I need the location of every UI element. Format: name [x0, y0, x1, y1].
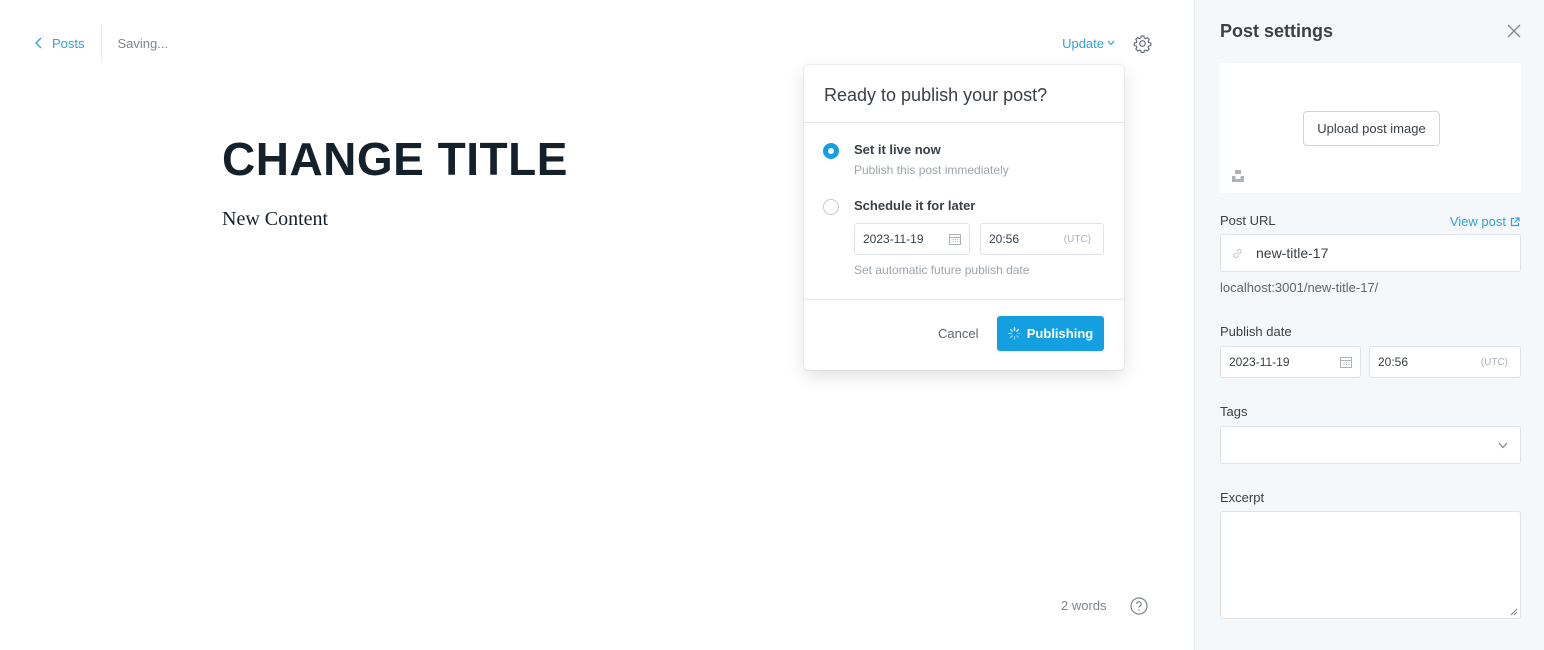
option-publish-now[interactable]: Set it live now Publish this post immedi…: [823, 142, 1009, 177]
upload-image-button[interactable]: Upload post image: [1303, 111, 1440, 146]
schedule-date-input[interactable]: 2023-11-19: [854, 223, 970, 255]
option-schedule-later-title: Schedule it for later: [854, 198, 976, 213]
chevron-down-icon: [1107, 40, 1115, 46]
back-to-posts-link[interactable]: Posts: [34, 36, 85, 51]
schedule-timezone: (UTC): [1063, 233, 1091, 245]
sidebar-title: Post settings: [1220, 21, 1334, 41]
resize-handle-icon[interactable]: [1510, 608, 1518, 616]
tags-input[interactable]: [1220, 426, 1521, 464]
word-count: 2 words: [1061, 598, 1107, 613]
post-image-box: Upload post image: [1220, 63, 1521, 193]
editor-topbar-left: Posts Saving...: [34, 25, 169, 61]
cancel-button[interactable]: Cancel: [938, 326, 978, 341]
option-publish-now-title: Set it live now: [854, 142, 941, 157]
publish-button-label: Publishing: [1026, 326, 1094, 341]
publish-popup: Ready to publish your post? Set it live …: [804, 65, 1124, 370]
update-button-label: Update: [1062, 35, 1104, 51]
chevron-down-icon: [1498, 442, 1508, 449]
update-button[interactable]: Update: [1062, 36, 1115, 51]
publish-date-value: 2023-11-19: [1229, 355, 1290, 369]
view-post-label: View post: [1449, 214, 1506, 229]
gear-icon[interactable]: [1133, 34, 1152, 53]
schedule-hint: Set automatic future publish date: [854, 263, 1030, 277]
chevron-left-icon: [35, 37, 42, 49]
publish-popup-footer: Cancel Publishing: [804, 299, 1124, 370]
excerpt-label: Excerpt: [1220, 490, 1265, 505]
close-icon[interactable]: [1507, 24, 1521, 38]
schedule-inputs: 2023-11-19 20:56 (UTC): [854, 223, 1104, 255]
tags-label: Tags: [1220, 404, 1248, 419]
schedule-time-value: 20:56: [989, 232, 1020, 246]
radio-schedule-later[interactable]: [823, 199, 839, 215]
schedule-date-value: 2023-11-19: [863, 232, 924, 246]
post-content[interactable]: New Content: [222, 208, 328, 231]
option-publish-now-subtitle: Publish this post immediately: [854, 163, 1009, 177]
editor-topbar-right: Update: [1062, 30, 1152, 56]
schedule-time-input[interactable]: 20:56 (UTC): [980, 223, 1104, 255]
save-status: Saving...: [117, 35, 169, 51]
post-full-url: localhost:3001/new-title-17/: [1220, 280, 1379, 295]
publish-date-label: Publish date: [1220, 324, 1292, 339]
post-url-value: new-title-17: [1256, 245, 1329, 261]
publish-timezone: (UTC): [1480, 356, 1508, 368]
post-url-label: Post URL: [1220, 213, 1276, 228]
post-title[interactable]: CHANGE TITLE: [222, 132, 568, 186]
spinner-icon: [1008, 327, 1021, 340]
help-icon[interactable]: [1130, 597, 1148, 615]
topbar-divider: [100, 25, 102, 61]
publish-time-value: 20:56: [1378, 355, 1409, 369]
calendar-icon: [1340, 357, 1352, 368]
back-link-label: Posts: [52, 35, 85, 51]
post-url-input[interactable]: new-title-17: [1220, 234, 1521, 272]
publish-popup-heading: Ready to publish your post?: [804, 65, 1124, 123]
post-settings-sidebar: Post settings Upload post image Post URL…: [1194, 0, 1544, 650]
unsplash-icon[interactable]: [1231, 169, 1245, 183]
publish-time-input[interactable]: 20:56 (UTC): [1369, 346, 1521, 378]
publish-button[interactable]: Publishing: [997, 316, 1104, 351]
excerpt-textarea[interactable]: [1220, 511, 1521, 619]
calendar-icon: [949, 234, 961, 245]
link-icon: [1233, 248, 1242, 259]
option-schedule-later[interactable]: Schedule it for later: [823, 198, 975, 215]
external-link-icon: [1510, 216, 1520, 226]
publish-date-input[interactable]: 2023-11-19: [1220, 346, 1361, 378]
radio-publish-now[interactable]: [823, 143, 839, 159]
view-post-link[interactable]: View post: [1450, 214, 1520, 229]
